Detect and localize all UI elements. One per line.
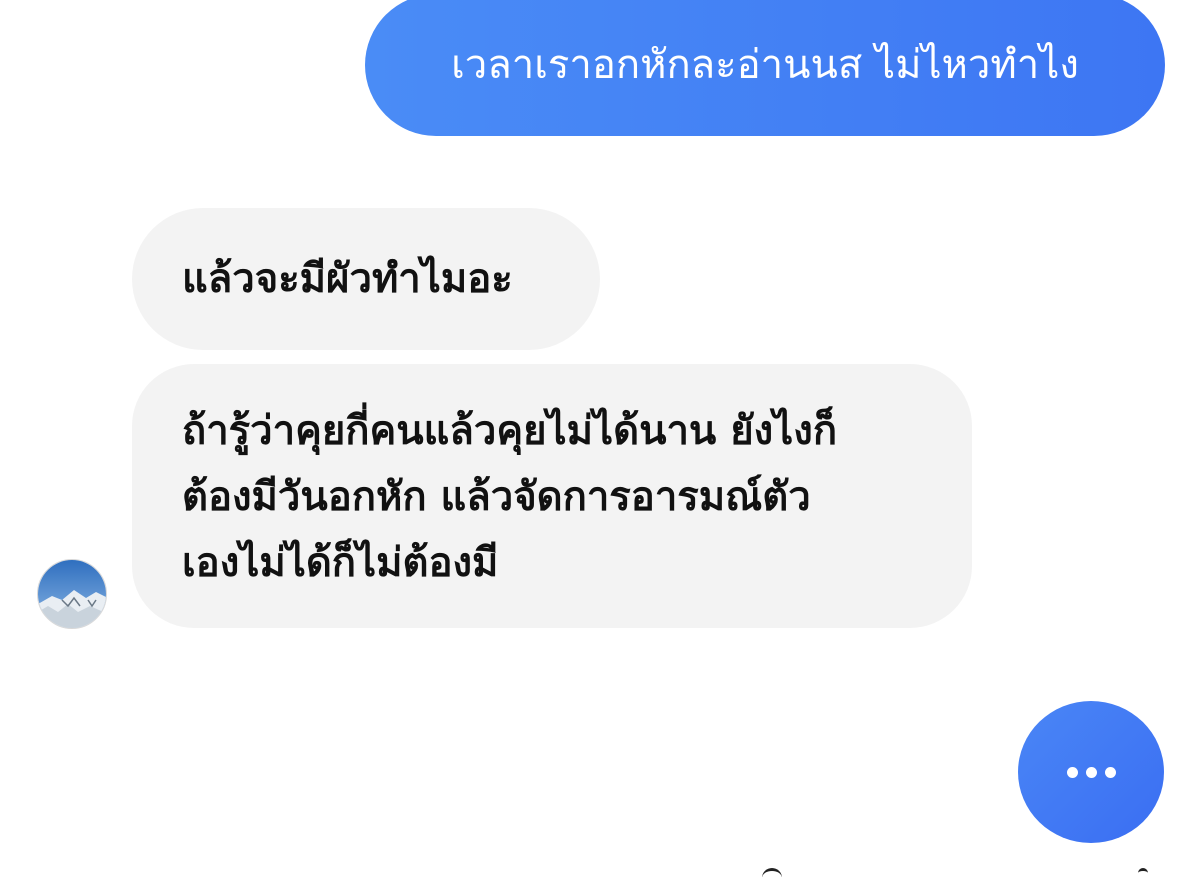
typing-dot [1104,766,1116,778]
cropped-text-fragment [762,868,782,877]
contact-avatar[interactable] [37,559,107,629]
outgoing-message[interactable]: เวลาเราอกหักละอ่านนส ไม่ไหวทำไง [365,0,1165,136]
outgoing-message-text: เวลาเราอกหักละอ่านนส ไม่ไหวทำไง [451,42,1079,88]
incoming-message-line: เองไม่ได้ก็ไม่ต้องมี [182,540,499,586]
incoming-message-text: แล้วจะมีผัวทำไมอะ [182,256,513,302]
incoming-message[interactable]: แล้วจะมีผัวทำไมอะ [132,208,600,350]
cropped-text-fragment [1138,868,1148,877]
typing-indicator [1018,701,1164,843]
incoming-message-line: ต้องมีวันอกหัก แล้วจัดการอารมณ์ตัว [182,474,811,520]
chat-thread: เวลาเราอกหักละอ่านนส ไม่ไหวทำไง แล้วจะมี… [0,0,1200,877]
incoming-message-line: ถ้ารู้ว่าคุยกี่คนแล้วคุยไม่ได้นาน ยังไงก… [182,408,838,454]
typing-dot [1085,766,1097,778]
typing-dot [1066,766,1078,778]
incoming-message[interactable]: ถ้ารู้ว่าคุยกี่คนแล้วคุยไม่ได้นาน ยังไงก… [132,364,972,628]
mountain-snow-avatar-icon [38,560,106,628]
